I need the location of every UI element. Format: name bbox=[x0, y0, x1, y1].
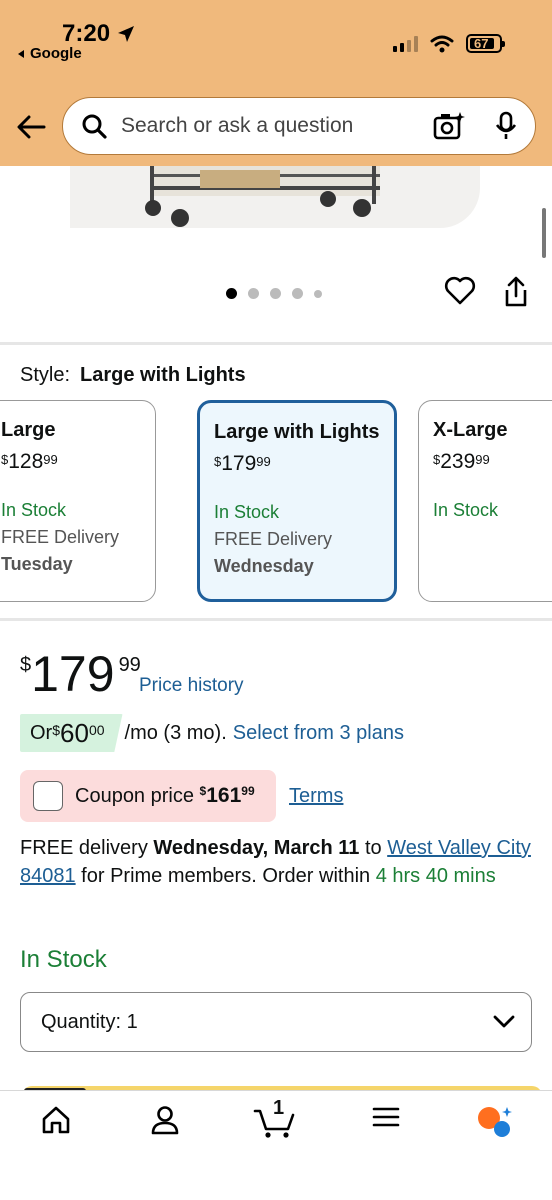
wifi-icon bbox=[430, 35, 454, 52]
battery-level: 67 bbox=[474, 36, 489, 51]
camera-search-icon[interactable] bbox=[433, 111, 465, 141]
variant-delivery: FREE Delivery bbox=[1, 527, 120, 547]
status-time: 7:20 bbox=[62, 20, 136, 48]
coupon-box[interactable]: Coupon price $16199 bbox=[20, 770, 276, 822]
nav-account[interactable] bbox=[150, 1105, 180, 1135]
gallery-dot[interactable] bbox=[270, 288, 281, 299]
variant-price: $12899 bbox=[1, 450, 58, 473]
microphone-icon[interactable] bbox=[495, 111, 517, 141]
location-arrow-icon bbox=[118, 26, 135, 42]
section-divider bbox=[0, 618, 552, 621]
style-label: Style: Large with Lights bbox=[20, 364, 246, 387]
rufus-icon bbox=[478, 1107, 512, 1137]
app-header: 7:20 Google 67 Search or ask a question bbox=[0, 0, 552, 166]
gallery-dot[interactable] bbox=[292, 288, 303, 299]
coupon-text: Coupon price $16199 bbox=[75, 784, 255, 807]
back-app-label: Google bbox=[30, 45, 82, 62]
variant-price: $23999 bbox=[433, 450, 490, 473]
back-arrow-icon bbox=[17, 115, 46, 139]
status-icons: 67 bbox=[393, 34, 505, 53]
monthly-plan-badge: Or $60 00 bbox=[20, 714, 123, 752]
variant-name: Large bbox=[1, 419, 56, 441]
style-label-text: Style: bbox=[20, 364, 71, 386]
gallery-dot[interactable] bbox=[248, 288, 259, 299]
share-icon[interactable] bbox=[502, 276, 530, 313]
product-price: $ 179 99 bbox=[20, 648, 141, 700]
quantity-text: Quantity: 1 bbox=[41, 1010, 138, 1033]
stock-status: In Stock bbox=[20, 946, 107, 973]
back-to-app-link[interactable]: Google bbox=[16, 45, 82, 62]
wishlist-heart-icon[interactable] bbox=[444, 276, 476, 311]
price-currency: $ bbox=[20, 654, 32, 676]
battery-icon: 67 bbox=[466, 34, 505, 53]
variant-card-x-large[interactable]: X-Large $23999 In Stock bbox=[418, 400, 552, 602]
gallery-dot[interactable] bbox=[314, 289, 322, 298]
gallery-dot[interactable] bbox=[226, 288, 237, 299]
variant-delivery-day: Wednesday bbox=[214, 556, 314, 576]
payment-plan: Or $60 00 /mo (3 mo). Select from 3 plans bbox=[20, 714, 404, 752]
variant-delivery-day: Tuesday bbox=[1, 554, 73, 574]
price-fraction: 99 bbox=[118, 654, 141, 676]
nav-rufus[interactable] bbox=[476, 1105, 514, 1139]
variant-delivery: FREE Delivery bbox=[214, 529, 333, 549]
variant-card-large[interactable]: Large $12899 In Stock FREE Delivery Tues… bbox=[0, 400, 156, 602]
page-scroll-indicator bbox=[542, 208, 546, 258]
plan-terms: /mo (3 mo). bbox=[124, 721, 227, 744]
status-time-text: 7:20 bbox=[62, 20, 111, 47]
account-icon bbox=[151, 1106, 179, 1135]
delivery-date: Wednesday, March 11 bbox=[153, 837, 360, 859]
variant-name: X-Large bbox=[433, 419, 508, 441]
nav-menu[interactable] bbox=[372, 1105, 400, 1129]
coupon-terms-link[interactable]: Terms bbox=[289, 785, 343, 808]
search-input[interactable]: Search or ask a question bbox=[121, 114, 433, 138]
chevron-down-icon bbox=[493, 1015, 515, 1028]
search-icon bbox=[81, 113, 107, 139]
search-bar[interactable]: Search or ask a question bbox=[62, 97, 536, 155]
variant-stock: In Stock bbox=[214, 502, 280, 522]
cart-count: 1 bbox=[273, 1097, 285, 1119]
product-image bbox=[70, 166, 480, 228]
nav-home[interactable] bbox=[40, 1105, 72, 1135]
image-pagination-dots[interactable] bbox=[226, 288, 322, 299]
delivery-info: FREE delivery Wednesday, March 11 to Wes… bbox=[20, 837, 531, 887]
back-arrow-button[interactable] bbox=[14, 110, 48, 144]
order-countdown: 4 hrs 40 mins bbox=[375, 865, 496, 887]
home-icon bbox=[42, 1106, 70, 1134]
variant-stock: In Stock bbox=[1, 500, 67, 520]
selected-style-name: Large with Lights bbox=[80, 364, 246, 386]
cellular-signal-icon bbox=[393, 35, 418, 52]
coupon-checkbox[interactable] bbox=[33, 781, 63, 811]
nav-cart[interactable]: 1 bbox=[253, 1097, 297, 1139]
variant-card-large-with-lights[interactable]: Large with Lights $17999 In Stock FREE D… bbox=[197, 400, 397, 602]
price-whole: 179 bbox=[31, 646, 115, 702]
select-plans-link[interactable]: Select from 3 plans bbox=[233, 722, 404, 745]
product-image-gallery[interactable] bbox=[0, 166, 552, 342]
variant-price: $17999 bbox=[214, 452, 271, 475]
back-triangle-icon bbox=[18, 49, 24, 58]
variant-stock: In Stock bbox=[433, 500, 499, 520]
quantity-select[interactable]: Quantity: 1 bbox=[20, 992, 532, 1052]
menu-icon bbox=[372, 1107, 400, 1127]
section-divider bbox=[0, 342, 552, 345]
bottom-nav: 1 bbox=[0, 1090, 552, 1200]
variant-name: Large with Lights bbox=[214, 421, 380, 443]
style-variant-carousel[interactable]: Large $12899 In Stock FREE Delivery Tues… bbox=[0, 400, 552, 604]
price-history-link[interactable]: Price history bbox=[139, 675, 244, 697]
